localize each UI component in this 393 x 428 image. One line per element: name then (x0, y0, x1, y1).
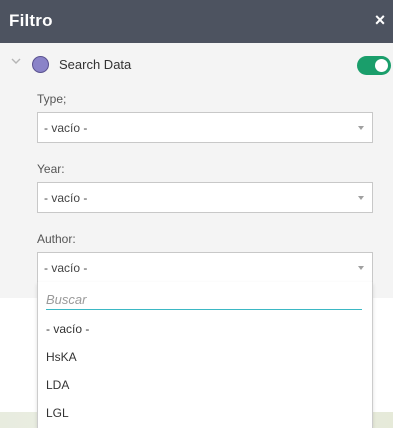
panel-header: Filtro × (0, 0, 393, 43)
layer-symbol-icon (32, 56, 49, 73)
author-dropdown-list: - vacío - HsKA LDA LGL (37, 282, 373, 428)
dropdown-option-lgl[interactable]: LGL (38, 399, 372, 427)
chevron-down-icon[interactable] (10, 55, 22, 67)
toggle-knob (375, 59, 388, 72)
layer-toggle[interactable] (357, 56, 391, 75)
year-select-value: - vacío - (44, 191, 88, 205)
type-select[interactable]: - vacío - (37, 112, 373, 143)
panel-title: Filtro (9, 11, 53, 30)
author-select-value: - vacío - (44, 261, 88, 275)
year-select[interactable]: - vacío - (37, 182, 373, 213)
dropdown-search-input[interactable] (46, 290, 362, 310)
year-label: Year: (37, 162, 65, 176)
type-label: Type; (37, 92, 67, 106)
dropdown-option-hska[interactable]: HsKA (38, 343, 372, 371)
layer-name: Search Data (59, 57, 132, 72)
filter-panel: Filtro × Search Data Type; - vacío - Yea… (0, 0, 393, 428)
close-icon[interactable]: × (371, 10, 389, 30)
caret-down-icon (358, 126, 364, 130)
dropdown-option-empty[interactable]: - vacío - (38, 315, 372, 343)
caret-down-icon (358, 266, 364, 270)
caret-down-icon (358, 196, 364, 200)
type-select-value: - vacío - (44, 121, 88, 135)
author-select[interactable]: - vacío - (37, 252, 373, 283)
author-label: Author: (37, 232, 76, 246)
dropdown-option-lda[interactable]: LDA (38, 371, 372, 399)
